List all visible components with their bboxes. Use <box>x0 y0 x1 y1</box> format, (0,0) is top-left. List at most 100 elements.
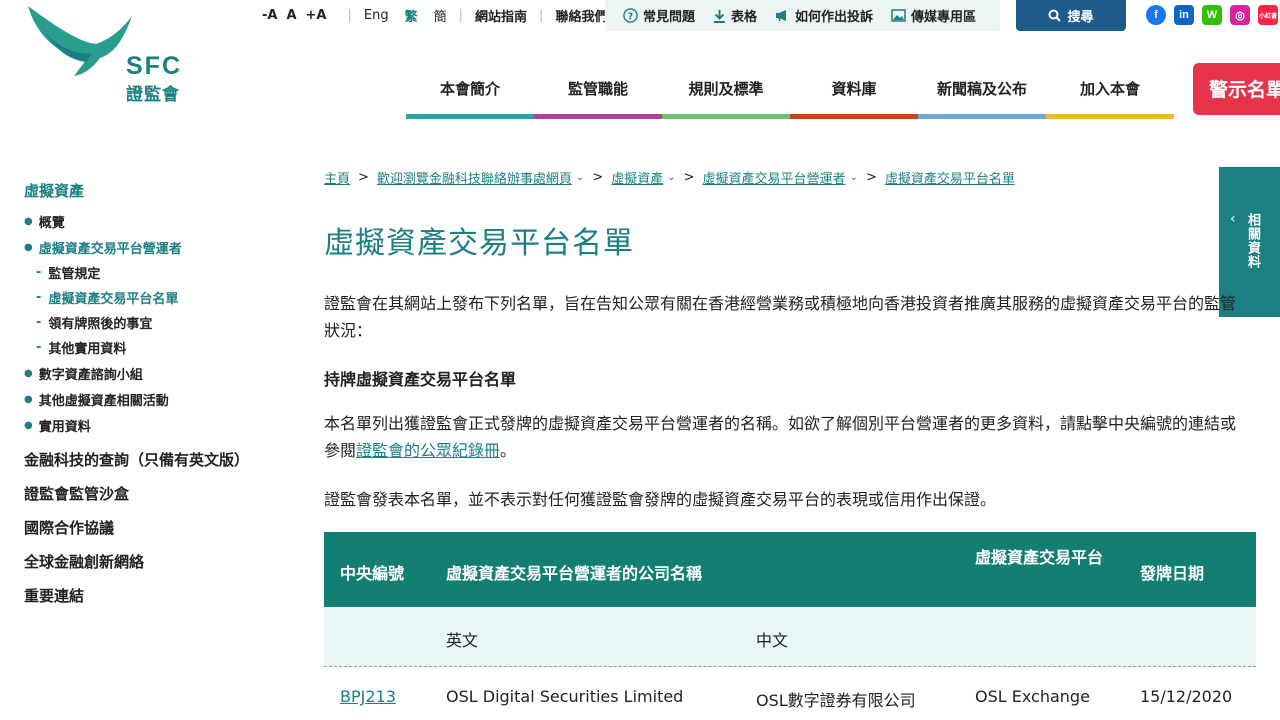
sidebar-item-label: 其他實用資料 <box>48 342 127 357</box>
sfc-logo[interactable]: SFC 證監會 <box>26 4 196 105</box>
sidebar-item-other-resources[interactable]: - 其他實用資料 <box>24 335 294 360</box>
company-name-en: OSL Digital Securities Limited <box>446 687 684 706</box>
page-title: 虛擬資產交易平台名單 <box>324 226 634 261</box>
vatp-table: 中央編號 虛擬資產交易平台營運者的公司名稱 虛擬資產交易平台 發牌日期 英文 中… <box>324 532 1256 720</box>
sidebar-item-digital-asset-panel[interactable]: ● 數字資產諮詢小組 <box>24 360 294 386</box>
section-text-end: 。 <box>500 441 517 460</box>
public-register-link[interactable]: 證監會的公眾紀錄冊 <box>356 441 500 460</box>
dash-icon: - <box>36 340 42 355</box>
question-circle-icon: ? <box>623 8 638 23</box>
faq-link[interactable]: ? 常見問題 <box>623 6 695 25</box>
sidebar-item-label: 虛擬資產交易平台營運者 <box>38 241 182 257</box>
lang-english[interactable]: Eng <box>364 8 389 23</box>
section-heading: 持牌虛擬資產交易平台名單 <box>324 370 517 389</box>
chevron-left-icon: ‹ <box>1230 211 1236 227</box>
intro-paragraph: 證監會在其網站上發布下列名單，旨在告知公眾有關在香港經營業務或積極地向香港投資者… <box>324 294 1237 340</box>
forms-link[interactable]: 表格 <box>713 6 757 25</box>
lang-traditional-chinese[interactable]: 繁 <box>405 6 418 25</box>
breadcrumb-vatp-list[interactable]: 虛擬資產交易平台名單 <box>885 168 1015 187</box>
breadcrumb-separator: > <box>865 170 877 185</box>
sidebar-item-regulatory-requirements[interactable]: - 監管規定 <box>24 260 294 285</box>
nav-databases[interactable]: 資料庫 <box>790 66 918 119</box>
nav-news[interactable]: 新聞稿及公布 <box>918 66 1046 119</box>
xiaohongshu-icon[interactable]: 小紅書 <box>1258 5 1278 25</box>
disclaimer-paragraph: 證監會發表本名單，並不表示對任何獲證監會發牌的虛擬資產交易平台的表現或信用作出保… <box>324 490 997 509</box>
sidebar-item-other-va-activities[interactable]: ● 其他虛擬資產相關活動 <box>24 386 294 412</box>
divider: | <box>458 8 464 23</box>
nav-careers[interactable]: 加入本會 <box>1046 66 1174 119</box>
breadcrumb-virtual-assets[interactable]: 虛擬資產 <box>611 168 663 187</box>
facebook-icon[interactable]: f <box>1146 5 1166 25</box>
faq-label: 常見問題 <box>643 10 696 25</box>
chevron-down-icon[interactable]: ⌄ <box>667 172 675 183</box>
breadcrumb-vatp-operators[interactable]: 虛擬資產交易平台營運者 <box>703 168 846 187</box>
image-icon <box>891 9 906 22</box>
subheader-english: 英文 <box>446 631 479 650</box>
divider: | <box>347 8 352 23</box>
sidebar-item-label: 領有牌照後的事宜 <box>48 317 153 332</box>
logo-text: SFC <box>126 52 182 80</box>
quick-links-bar: ? 常見問題 表格 如何作出投訴 傳媒專用區 <box>605 0 1000 31</box>
header-company-name: 虛擬資產交易平台營運者的公司名稱 <box>446 564 703 583</box>
bullet-icon: ● <box>24 367 33 379</box>
divider: | <box>539 8 544 23</box>
nav-about[interactable]: 本會簡介 <box>406 66 534 119</box>
sidebar-item-useful-info[interactable]: ● 實用資料 <box>24 412 294 438</box>
sidebar-item-overview[interactable]: ● 概覽 <box>24 208 294 234</box>
media-label: 傳媒專用區 <box>911 10 977 25</box>
nav-rules-standards[interactable]: 規則及標準 <box>662 66 790 119</box>
nav-regulatory-functions[interactable]: 監管職能 <box>534 66 662 119</box>
table-subheader: 英文 中文 <box>324 607 1256 667</box>
social-links: f in W ◎ 小紅書 <box>1146 5 1280 25</box>
instagram-icon[interactable]: ◎ <box>1230 5 1250 25</box>
sidebar-item-label: 其他虛擬資產相關活動 <box>38 393 169 409</box>
media-link[interactable]: 傳媒專用區 <box>891 6 976 25</box>
sidebar-item-fintech-enquiries[interactable]: 金融科技的查詢（只備有英文版） <box>24 442 294 476</box>
breadcrumb-fintech[interactable]: 歡迎瀏覽金融科技聯絡辦事處網頁 <box>377 168 572 187</box>
wechat-icon[interactable]: W <box>1202 5 1222 25</box>
sidebar-item-links[interactable]: 重要連結 <box>24 578 294 612</box>
bullet-icon: ● <box>24 215 33 227</box>
platform-name: OSL Exchange <box>975 687 1090 706</box>
chevron-down-icon[interactable]: ⌄ <box>850 172 858 183</box>
logo-subtext: 證監會 <box>126 85 180 105</box>
lang-simplified-chinese[interactable]: 簡 <box>434 6 447 25</box>
breadcrumb: 主頁 > 歡迎瀏覽金融科技聯絡辦事處網頁 ⌄ > 虛擬資產 ⌄ > 虛擬資產交易… <box>324 168 1015 187</box>
chevron-down-icon[interactable]: ⌄ <box>576 172 584 183</box>
svg-text:?: ? <box>628 11 633 22</box>
download-icon <box>714 9 726 23</box>
table-row: BPJ213 OSL Digital Securities Limited OS… <box>324 667 1256 720</box>
sidebar-item-label: 數字資產諮詢小組 <box>38 367 143 383</box>
font-normal-button[interactable]: A <box>286 8 296 23</box>
sidebar-item-gfin[interactable]: 全球金融創新網絡 <box>24 544 294 578</box>
sidebar-item-sandbox[interactable]: 證監會監管沙盒 <box>24 476 294 510</box>
sitemap-link[interactable]: 網站指南 <box>475 6 527 25</box>
breadcrumb-separator: > <box>358 170 369 185</box>
bullet-icon: ● <box>24 419 33 431</box>
search-icon <box>1048 9 1062 22</box>
ce-number-link[interactable]: BPJ213 <box>340 687 396 706</box>
search-label: 搜尋 <box>1067 10 1094 25</box>
sidebar-item-vatp-operators[interactable]: ● 虛擬資產交易平台營運者 <box>24 234 294 260</box>
dash-icon: - <box>36 315 42 330</box>
sidebar-item-vatp-list[interactable]: - 虛擬資產交易平台名單 <box>24 285 294 310</box>
complaint-label: 如何作出投訴 <box>795 10 874 25</box>
sidebar-item-post-licensing[interactable]: - 領有牌照後的事宜 <box>24 310 294 335</box>
section-paragraph: 本名單列出獲證監會正式發牌的虛擬資產交易平台營運者的名稱。如欲了解個別平台營運者… <box>324 410 1244 464</box>
breadcrumb-separator: > <box>592 170 604 185</box>
sidebar-title[interactable]: 虛擬資產 <box>24 180 294 201</box>
search-button[interactable]: 搜尋 <box>1016 0 1126 31</box>
font-decrease-button[interactable]: -A <box>262 8 277 23</box>
dash-icon: - <box>36 290 42 305</box>
linkedin-icon[interactable]: in <box>1174 5 1194 25</box>
related-info-label: 相關資料 <box>1245 213 1260 269</box>
sidebar-item-label: 虛擬資產交易平台名單 <box>48 292 179 307</box>
sidebar-item-label: 概覽 <box>38 215 65 231</box>
complaint-link[interactable]: 如何作出投訴 <box>775 6 873 25</box>
breadcrumb-home[interactable]: 主頁 <box>324 168 350 187</box>
contact-us-link[interactable]: 聯絡我們 <box>555 6 607 25</box>
sidebar: 虛擬資產 ● 概覽 ● 虛擬資產交易平台營運者 - 監管規定 - 虛擬資產交易平台名單 … <box>24 180 294 612</box>
alert-list-button[interactable]: 警示名單 <box>1193 63 1280 115</box>
font-increase-button[interactable]: +A <box>306 8 327 23</box>
sidebar-item-cooperation[interactable]: 國際合作協議 <box>24 510 294 544</box>
